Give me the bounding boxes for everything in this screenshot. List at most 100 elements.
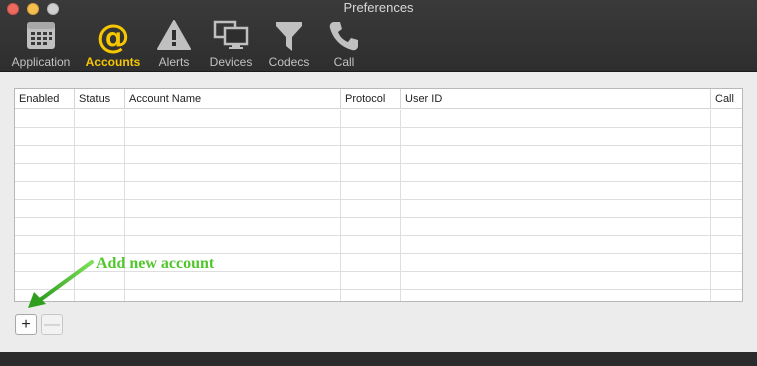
toolbar-label-call: Call <box>333 55 355 69</box>
table-cell <box>711 218 742 235</box>
table-row[interactable] <box>15 272 742 290</box>
table-row[interactable] <box>15 290 742 301</box>
table-cell <box>711 182 742 199</box>
table-cell <box>401 272 711 289</box>
table-cell <box>341 272 401 289</box>
table-cell <box>15 110 75 127</box>
table-cell <box>341 254 401 271</box>
table-row[interactable] <box>15 182 742 200</box>
table-cell <box>401 254 711 271</box>
table-body[interactable] <box>15 110 742 301</box>
table-cell <box>75 164 125 181</box>
toolbar-item-codecs[interactable]: Codecs <box>264 17 314 71</box>
table-row[interactable] <box>15 128 742 146</box>
toolbar-label-alerts: Alerts <box>158 55 190 69</box>
table-cell <box>341 290 401 301</box>
filter-icon <box>264 17 314 55</box>
table-cell <box>401 236 711 253</box>
table-cell <box>125 128 341 145</box>
table-cell <box>75 110 125 127</box>
table-header: Enabled Status Account Name Protocol Use… <box>15 89 742 109</box>
table-cell <box>15 218 75 235</box>
table-cell <box>125 236 341 253</box>
table-cell <box>125 110 341 127</box>
table-cell <box>341 164 401 181</box>
toolbar-item-alerts[interactable]: Alerts <box>150 17 198 71</box>
table-cell <box>125 146 341 163</box>
table-cell <box>711 272 742 289</box>
table-cell <box>75 146 125 163</box>
table-row[interactable] <box>15 200 742 218</box>
table-cell <box>75 218 125 235</box>
table-cell <box>75 128 125 145</box>
accounts-pane: Enabled Status Account Name Protocol Use… <box>0 72 757 352</box>
table-cell <box>341 110 401 127</box>
table-cell <box>401 218 711 235</box>
svg-text:@: @ <box>97 19 130 55</box>
table-cell <box>401 290 711 301</box>
table-cell <box>15 146 75 163</box>
table-cell <box>401 182 711 199</box>
table-row[interactable] <box>15 146 742 164</box>
calendar-grid-icon <box>7 17 75 55</box>
table-cell <box>401 164 711 181</box>
toolbar-item-application[interactable]: Application <box>7 17 75 71</box>
column-header-account-name[interactable]: Account Name <box>125 89 341 109</box>
table-cell <box>401 110 711 127</box>
table-cell <box>75 182 125 199</box>
table-cell <box>711 200 742 217</box>
table-cell <box>711 146 742 163</box>
table-cell <box>341 236 401 253</box>
toolbar-item-devices[interactable]: Devices <box>205 17 257 71</box>
table-cell <box>341 128 401 145</box>
table-cell <box>341 218 401 235</box>
table-cell <box>711 290 742 301</box>
toolbar-item-accounts[interactable]: @ Accounts <box>82 17 144 71</box>
column-header-user-id[interactable]: User ID <box>401 89 711 109</box>
table-row[interactable] <box>15 110 742 128</box>
table-cell <box>15 200 75 217</box>
table-cell <box>125 200 341 217</box>
table-cell <box>125 164 341 181</box>
table-cell <box>15 182 75 199</box>
table-row[interactable] <box>15 164 742 182</box>
column-header-call[interactable]: Call <box>711 89 742 109</box>
annotation-arrow-icon <box>28 260 94 308</box>
title-bar: Preferences Application @ Accounts Alert… <box>0 0 757 72</box>
table-cell <box>15 128 75 145</box>
table-cell <box>711 110 742 127</box>
add-account-button[interactable]: + <box>15 314 37 335</box>
table-cell <box>711 254 742 271</box>
table-cell <box>75 200 125 217</box>
remove-account-button: — <box>41 314 63 335</box>
table-cell <box>125 290 341 301</box>
monitor-icon <box>205 17 257 55</box>
annotation-label: Add new account <box>96 255 215 272</box>
table-cell <box>711 236 742 253</box>
table-cell <box>711 128 742 145</box>
table-cell <box>401 200 711 217</box>
table-cell <box>15 236 75 253</box>
phone-icon <box>322 17 366 55</box>
toolbar-label-devices: Devices <box>209 55 253 69</box>
column-header-enabled[interactable]: Enabled <box>15 89 75 109</box>
toolbar-label-codecs: Codecs <box>268 55 310 69</box>
table-cell <box>75 236 125 253</box>
toolbar-label-accounts: Accounts <box>85 55 141 69</box>
table-cell <box>401 128 711 145</box>
table-cell <box>125 218 341 235</box>
table-cell <box>711 164 742 181</box>
table-row[interactable] <box>15 236 742 254</box>
column-header-status[interactable]: Status <box>75 89 125 109</box>
table-cell <box>15 164 75 181</box>
toolbar-item-call[interactable]: Call <box>322 17 366 71</box>
table-cell <box>125 272 341 289</box>
table-cell <box>341 182 401 199</box>
table-cell <box>401 146 711 163</box>
warning-icon <box>150 17 198 55</box>
table-cell <box>341 200 401 217</box>
column-header-protocol[interactable]: Protocol <box>341 89 401 109</box>
table-cell <box>341 146 401 163</box>
table-row[interactable] <box>15 218 742 236</box>
at-sign-icon: @ <box>82 17 144 55</box>
